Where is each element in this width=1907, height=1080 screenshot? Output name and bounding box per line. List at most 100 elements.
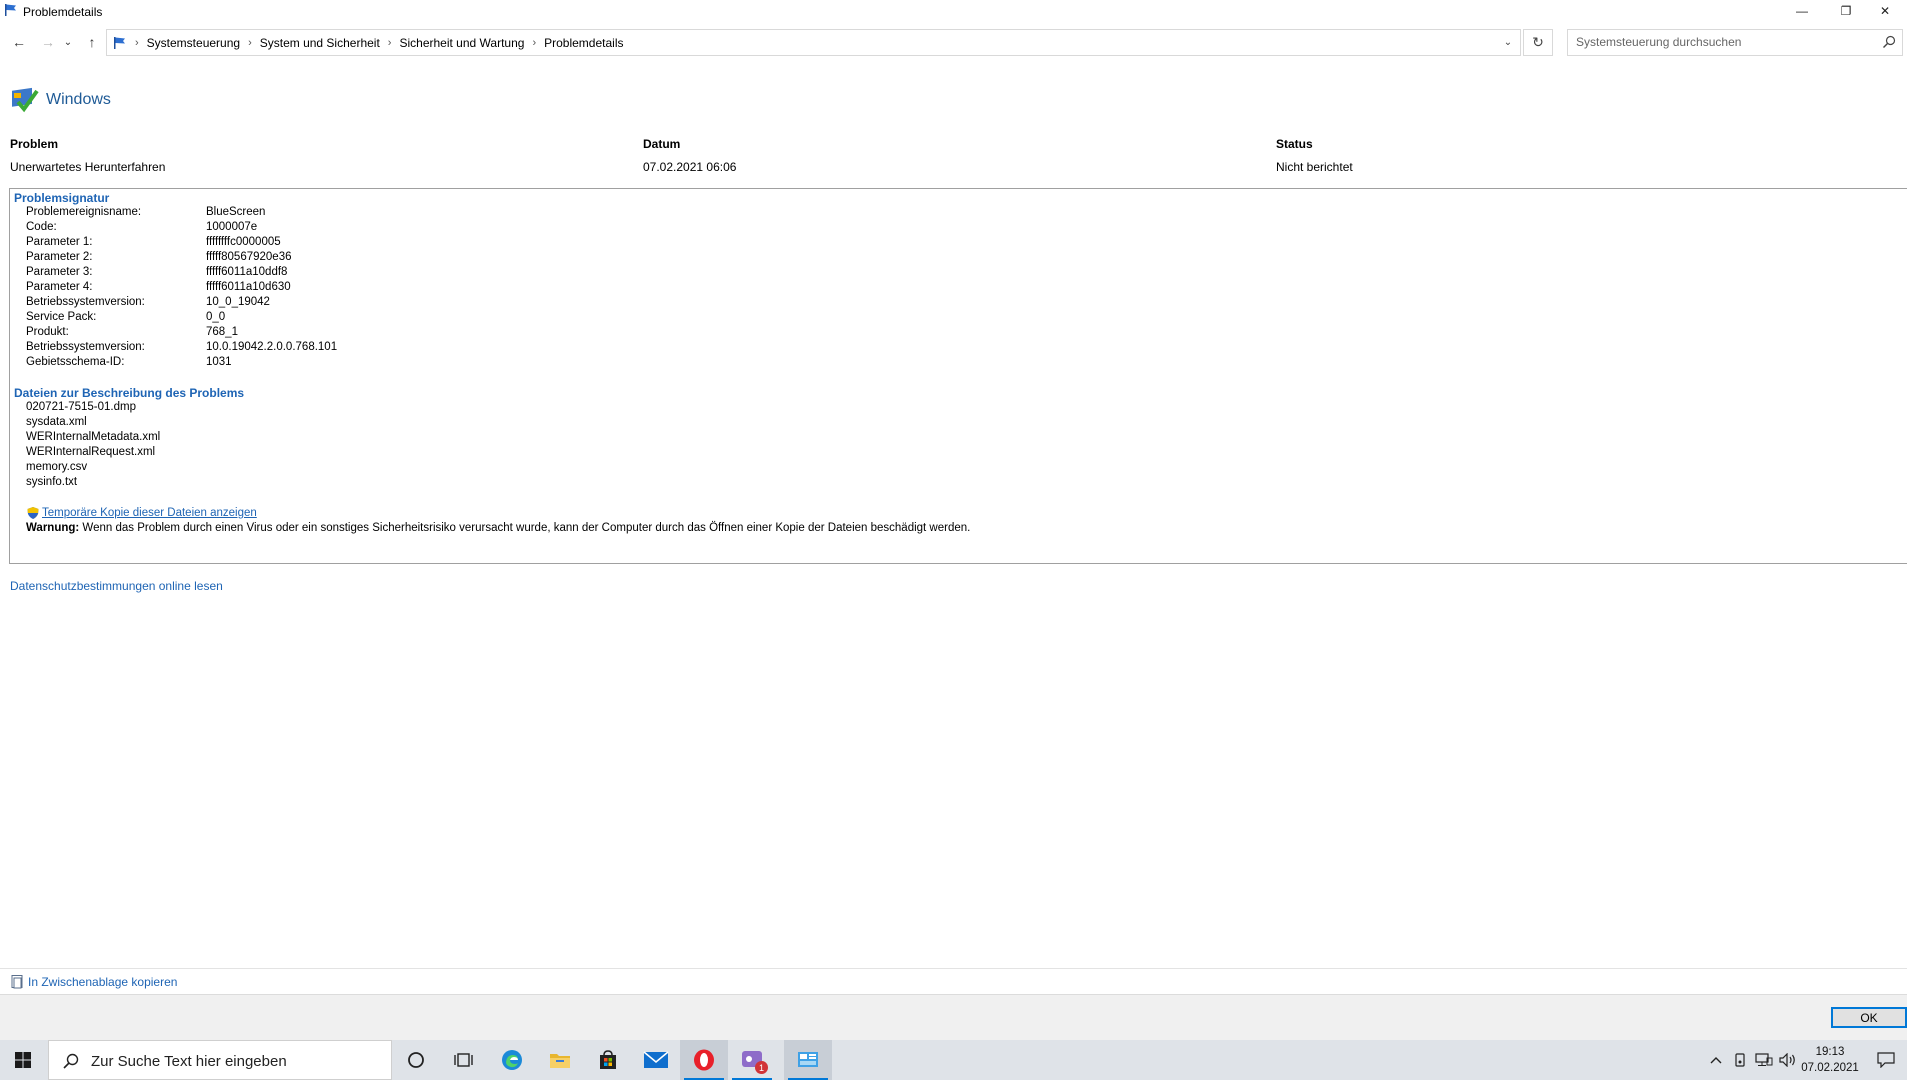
search-input[interactable] — [1574, 34, 1878, 50]
clock-time: 19:13 — [1815, 1046, 1845, 1058]
action-center-button[interactable] — [1868, 1040, 1904, 1080]
taskbar-search-input[interactable] — [89, 1052, 383, 1071]
back-button[interactable]: ← — [9, 32, 29, 52]
notification-badge: 1 — [755, 1061, 768, 1074]
notification-icon — [1877, 1052, 1895, 1068]
control-panel-icon — [796, 1049, 820, 1071]
ok-button[interactable]: OK — [1831, 1007, 1907, 1028]
file-item: sysinfo.txt — [26, 476, 78, 488]
taskbar-edge[interactable] — [488, 1040, 536, 1080]
edge-icon — [500, 1048, 524, 1072]
forward-button[interactable]: → — [38, 32, 58, 52]
warning-text: Warnung: Wenn das Problem durch einen Vi… — [26, 522, 970, 534]
column-header-status: Status — [1276, 137, 1313, 151]
file-item: WERInternalRequest.xml — [26, 446, 156, 458]
signature-row: Betriebssystemversion: 10_0_19042 — [26, 296, 270, 308]
up-button[interactable]: ↑ — [82, 32, 102, 52]
taskbar-app-badge[interactable]: 1 — [728, 1040, 776, 1080]
app-with-badge-icon: 1 — [740, 1048, 768, 1074]
uac-shield-icon — [26, 506, 40, 520]
signature-title: Problemsignatur — [14, 191, 110, 205]
opera-icon — [692, 1048, 716, 1072]
refresh-button[interactable]: ↻ — [1523, 29, 1553, 56]
address-bar[interactable]: › Systemsteuerung › System und Sicherhei… — [106, 29, 1521, 56]
search-box[interactable] — [1567, 29, 1903, 56]
chevron-up-icon — [1710, 1056, 1722, 1064]
column-header-date: Datum — [643, 137, 681, 151]
taskbar-store[interactable] — [584, 1040, 632, 1080]
column-status: Status Nicht berichtet — [1276, 137, 1353, 174]
network-icon — [1755, 1053, 1773, 1067]
title-bar: Problemdetails — ❐ ✕ — [0, 0, 1907, 22]
taskbar-search[interactable] — [48, 1040, 392, 1080]
breadcrumb-item-system-und-sicherheit[interactable]: System und Sicherheit — [260, 36, 380, 50]
breadcrumb: › Systemsteuerung › System und Sicherhei… — [113, 30, 623, 55]
file-item: memory.csv — [26, 461, 88, 473]
signature-row: Parameter 4: fffff6011a10d630 — [26, 281, 291, 293]
address-dropdown-button[interactable]: ⌄ — [1496, 30, 1520, 55]
chevron-right-icon[interactable]: › — [532, 37, 536, 49]
copy-row: In Zwischenablage kopieren — [10, 974, 177, 989]
column-problem: Problem Unerwartetes Herunterfahren — [10, 137, 165, 174]
signature-row: Service Pack: 0_0 — [26, 311, 226, 323]
cortana-icon — [407, 1051, 425, 1069]
signature-row: Produkt: 768_1 — [26, 326, 238, 338]
divider — [0, 968, 1907, 969]
breadcrumb-item-systemsteuerung[interactable]: Systemsteuerung — [147, 36, 240, 50]
taskbar-file-explorer[interactable] — [536, 1040, 584, 1080]
warning-label: Warnung: — [26, 522, 80, 534]
signature-row: Parameter 3: fffff6011a10ddf8 — [26, 266, 288, 278]
close-button[interactable]: ✕ — [1863, 0, 1907, 22]
signature-row: Problemereignisname: BlueScreen — [26, 206, 266, 218]
taskbar-mail[interactable] — [632, 1040, 680, 1080]
search-icon[interactable] — [1882, 35, 1896, 54]
signature-row: Gebietsschema-ID: 1031 — [26, 356, 232, 368]
signature-row: Parameter 2: fffff80567920e36 — [26, 251, 292, 263]
clock[interactable]: 19:13 07.02.2021 — [1795, 1044, 1865, 1076]
show-hidden-icons-button[interactable] — [1705, 1040, 1727, 1080]
flag-icon — [4, 3, 18, 22]
chevron-right-icon[interactable]: › — [388, 37, 392, 49]
signature-row: Parameter 1: ffffffffc0000005 — [26, 236, 281, 248]
mail-icon — [643, 1050, 669, 1070]
recent-locations-button[interactable]: ⌄ — [62, 32, 74, 52]
network-button[interactable] — [1752, 1040, 1776, 1080]
store-bag-icon — [597, 1049, 619, 1071]
taskbar-opera[interactable] — [680, 1040, 728, 1080]
clipboard-icon — [10, 974, 24, 989]
date-value: 07.02.2021 06:06 — [643, 160, 737, 174]
windows-logo-icon — [15, 1052, 31, 1068]
source-header: Windows — [10, 85, 111, 115]
start-button[interactable] — [0, 1040, 46, 1080]
taskbar-control-panel[interactable] — [784, 1040, 832, 1080]
file-item: 020721-7515-01.dmp — [26, 401, 136, 413]
show-temp-copy-link[interactable]: Temporäre Kopie dieser Dateien anzeigen — [42, 507, 257, 519]
minimize-button[interactable]: — — [1780, 0, 1824, 22]
task-view-button[interactable] — [440, 1040, 488, 1080]
files-title: Dateien zur Beschreibung des Problems — [14, 386, 245, 400]
restore-button[interactable]: ❐ — [1824, 0, 1868, 22]
temp-copy-row: Temporäre Kopie dieser Dateien anzeigen — [26, 506, 257, 520]
task-view-icon — [454, 1051, 474, 1069]
copy-to-clipboard-link[interactable]: In Zwischenablage kopieren — [28, 975, 177, 989]
folder-icon — [548, 1049, 572, 1071]
source-label: Windows — [46, 91, 111, 108]
signature-row: Betriebssystemversion: 10.0.19042.2.0.0.7… — [26, 341, 338, 353]
chevron-right-icon[interactable]: › — [248, 37, 252, 49]
column-header-problem: Problem — [10, 137, 59, 151]
windows-checkmark-icon — [10, 85, 40, 115]
window-title: Problemdetails — [23, 5, 103, 19]
cortana-button[interactable] — [392, 1040, 440, 1080]
details-panel — [9, 189, 1907, 564]
dialog-footer — [0, 994, 1907, 1040]
warning-message: Wenn das Problem durch einen Virus oder … — [79, 522, 971, 534]
clock-date: 07.02.2021 — [1801, 1062, 1859, 1074]
navigation-bar: ← → ⌄ ↑ › Systemsteuerung › System und S… — [0, 22, 1907, 62]
privacy-link[interactable]: Datenschutzbestimmungen online lesen — [10, 579, 223, 593]
breadcrumb-item-problemdetails[interactable]: Problemdetails — [544, 36, 623, 50]
tray-device-button[interactable] — [1729, 1040, 1751, 1080]
column-date: Datum 07.02.2021 06:06 — [643, 137, 736, 174]
address-flag-icon — [113, 36, 127, 50]
breadcrumb-item-sicherheit-und-wartung[interactable]: Sicherheit und Wartung — [399, 36, 524, 50]
taskbar: 1 19:13 07.02.2021 — [0, 1040, 1907, 1080]
